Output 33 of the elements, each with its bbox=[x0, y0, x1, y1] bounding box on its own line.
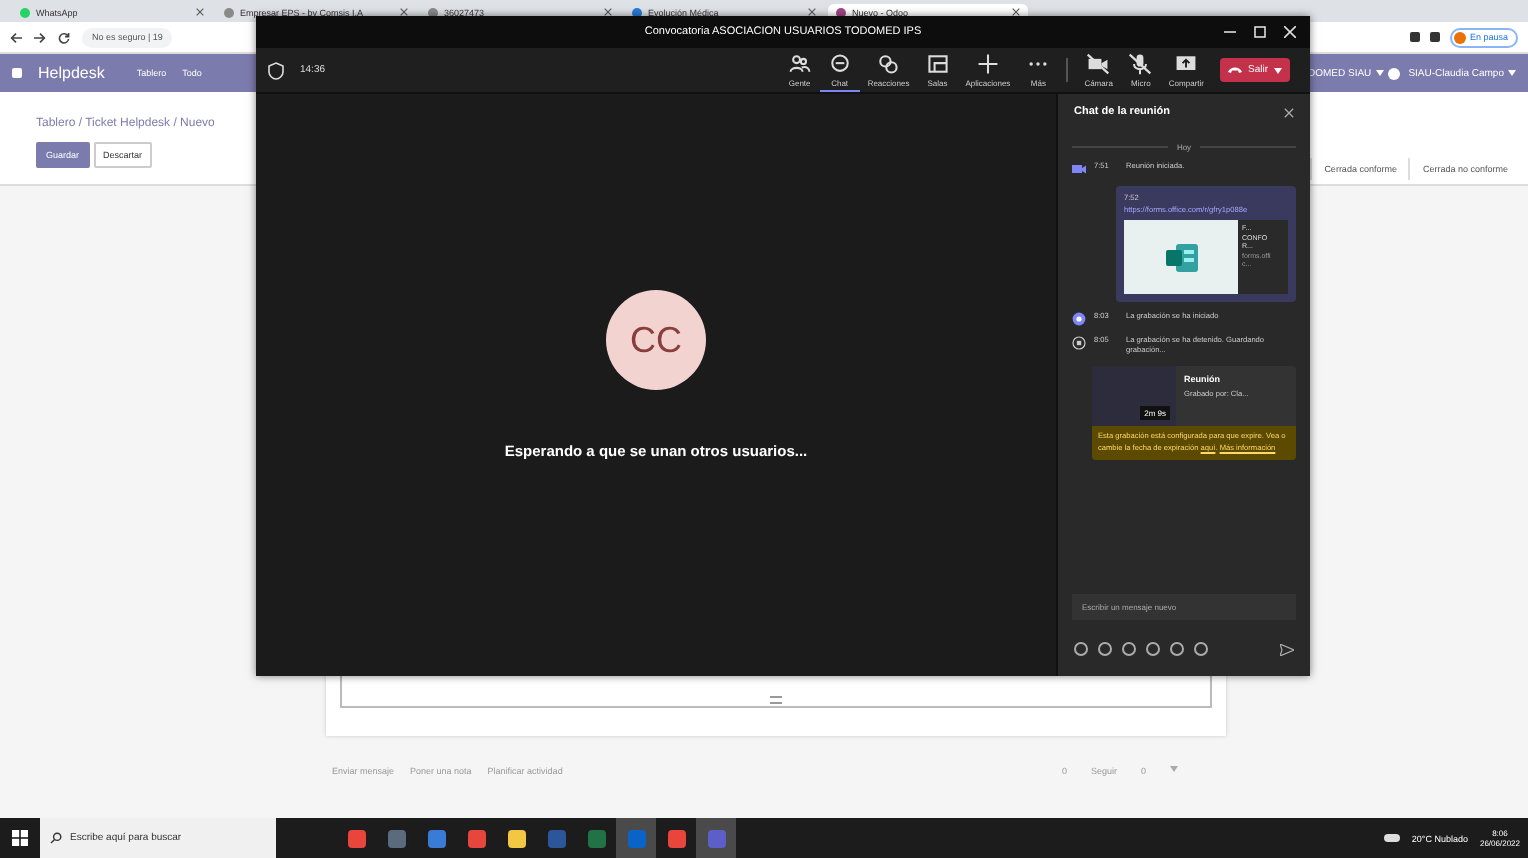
shield-icon[interactable] bbox=[268, 61, 284, 79]
avatar: CC bbox=[606, 290, 706, 390]
close-icon[interactable] bbox=[604, 7, 612, 15]
forward-icon[interactable] bbox=[34, 31, 46, 43]
caret-icon[interactable] bbox=[1375, 70, 1384, 76]
close-icon[interactable] bbox=[1284, 107, 1294, 117]
forms-logo-icon bbox=[1165, 243, 1197, 271]
video-camera-icon bbox=[1072, 162, 1086, 176]
reload-icon[interactable] bbox=[58, 31, 70, 43]
camera-icon bbox=[1086, 51, 1111, 75]
close-icon[interactable] bbox=[400, 7, 408, 15]
caret-icon[interactable] bbox=[1274, 67, 1282, 73]
stop-icon bbox=[1072, 336, 1086, 350]
plus-icon bbox=[975, 51, 1000, 75]
close-icon[interactable] bbox=[1012, 7, 1020, 15]
maximize-icon[interactable] bbox=[1248, 20, 1272, 44]
phone-icon bbox=[1227, 66, 1242, 74]
mic-icon bbox=[1128, 51, 1153, 75]
weather-icon bbox=[1383, 834, 1400, 842]
tab-favicon-icon bbox=[20, 8, 30, 18]
tab-favicon-icon bbox=[224, 8, 234, 18]
close-icon[interactable] bbox=[1278, 20, 1302, 44]
caret-icon[interactable] bbox=[1508, 70, 1516, 76]
search-icon bbox=[50, 832, 62, 844]
react-icon bbox=[876, 51, 901, 75]
close-icon[interactable] bbox=[808, 7, 816, 15]
rooms-icon bbox=[925, 51, 950, 75]
share-icon bbox=[1174, 51, 1199, 75]
app-title: Helpdesk bbox=[38, 64, 105, 82]
back-icon[interactable] bbox=[10, 31, 22, 43]
chat-icon bbox=[827, 51, 852, 75]
record-icon bbox=[1072, 312, 1086, 326]
people-icon bbox=[787, 51, 812, 75]
